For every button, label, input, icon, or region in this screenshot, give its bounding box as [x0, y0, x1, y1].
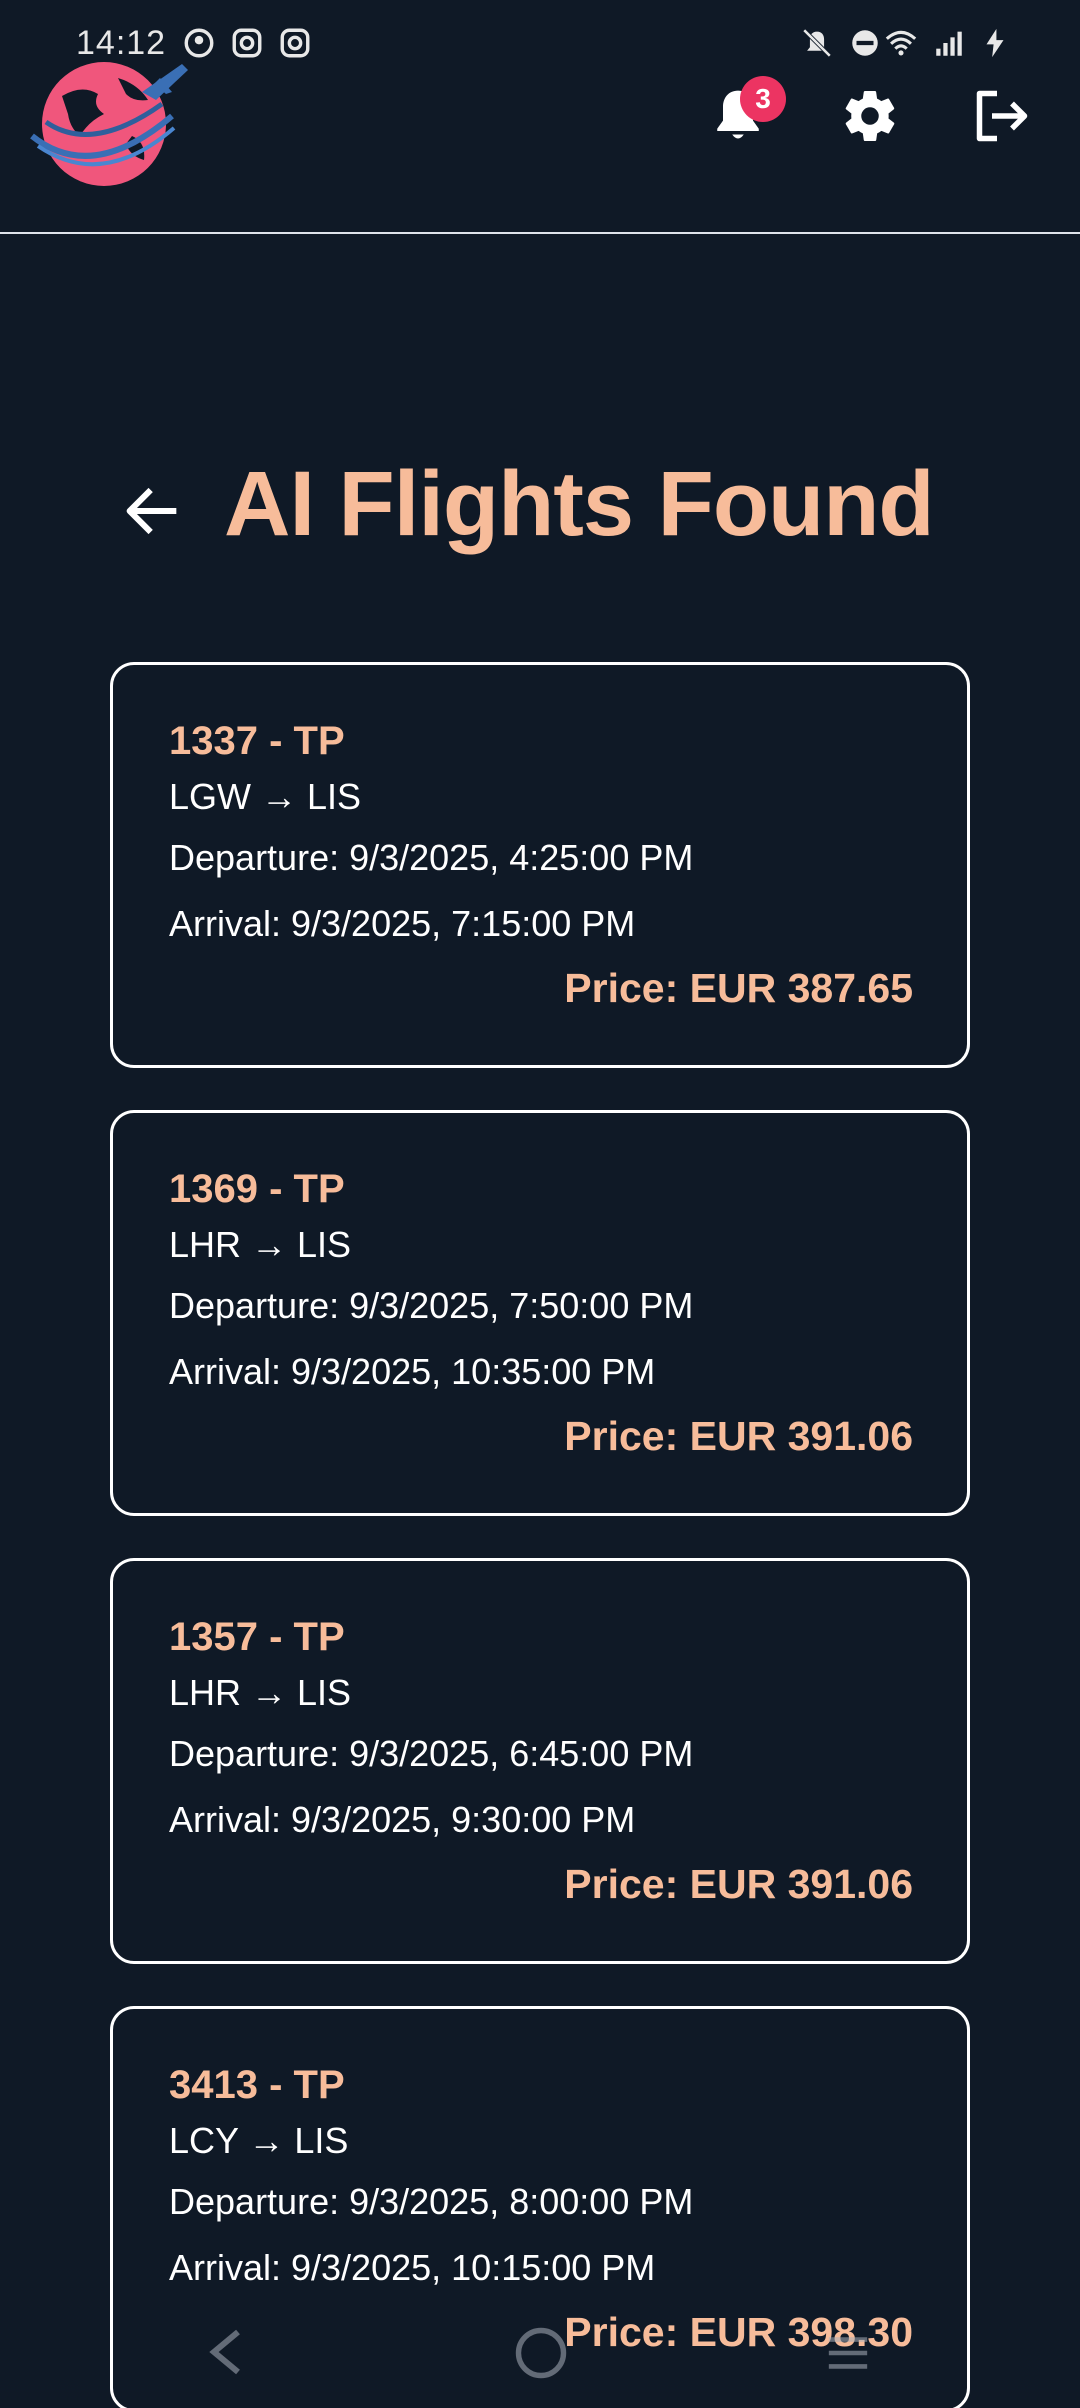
instagram-icon	[280, 28, 310, 58]
flight-number: 3413 - TP	[169, 2063, 345, 2107]
flight-card[interactable]: 1369 - TP LHR → LIS Departure: 9/3/2025,…	[110, 1110, 970, 1516]
flight-arrival: Arrival: 9/3/2025, 10:35:00 PM	[169, 1351, 656, 1392]
back-button[interactable]	[118, 476, 188, 546]
flight-number: 1357 - TP	[169, 1615, 345, 1659]
flight-departure: Departure: 9/3/2025, 4:25:00 PM	[169, 837, 694, 878]
signal-icon	[936, 31, 962, 56]
flight-departure: Departure: 9/3/2025, 8:00:00 PM	[169, 2181, 694, 2222]
flight-departure: Departure: 9/3/2025, 6:45:00 PM	[169, 1733, 694, 1774]
flight-departure: Departure: 9/3/2025, 7:50:00 PM	[169, 1285, 694, 1326]
arrow-left-icon	[126, 487, 177, 535]
flight-route: LCY → LIS	[169, 2120, 349, 2161]
status-time: 14:12	[76, 24, 167, 62]
notification-app-icon	[184, 28, 214, 58]
flight-route: LHR → LIS	[169, 1672, 352, 1713]
flight-arrival: Arrival: 9/3/2025, 10:15:00 PM	[169, 2247, 656, 2288]
flight-price: Price: EUR 391.06	[564, 1861, 913, 1907]
flight-price: Price: EUR 387.65	[564, 965, 913, 1011]
flight-card[interactable]: 1357 - TP LHR → LIS Departure: 9/3/2025,…	[110, 1558, 970, 1964]
flight-card[interactable]: 3413 - TP LCY → LIS Departure: 9/3/2025,…	[110, 2006, 970, 2408]
page-title: AI Flights Found	[224, 453, 935, 555]
flight-price: Price: EUR 391.06	[564, 1413, 913, 1459]
gear-icon	[845, 91, 895, 142]
flight-number: 1337 - TP	[169, 719, 345, 763]
do-not-disturb-icon	[852, 30, 878, 56]
flight-card[interactable]: 1337 - TP LGW → LIS Departure: 9/3/2025,…	[110, 662, 970, 1068]
flight-route: LGW → LIS	[169, 776, 362, 817]
logout-button[interactable]	[964, 78, 1040, 154]
flight-route: LHR → LIS	[169, 1224, 352, 1265]
settings-button[interactable]	[832, 78, 908, 154]
app-screen: 3 14:12 AI Flights Found 1337 - TP LGW →…	[0, 0, 1080, 2408]
wifi-icon	[885, 30, 917, 56]
logout-icon	[976, 90, 1028, 142]
flight-arrival: Arrival: 9/3/2025, 9:30:00 PM	[169, 1799, 636, 1840]
instagram-icon	[232, 28, 262, 58]
flight-price: Price: EUR 398.30	[564, 2309, 913, 2355]
flight-list: 1337 - TP LGW → LIS Departure: 9/3/2025,…	[110, 662, 970, 2408]
status-bar: 14:12	[0, 0, 1080, 88]
mute-bell-icon	[802, 28, 832, 58]
flight-number: 1369 - TP	[169, 1167, 345, 1211]
flight-arrival: Arrival: 9/3/2025, 7:15:00 PM	[169, 903, 636, 944]
battery-charging-icon	[986, 28, 1004, 58]
